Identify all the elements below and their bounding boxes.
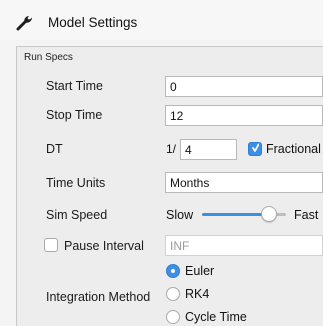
speed-slider-fill (202, 213, 269, 216)
radio-euler-label: Euler (185, 264, 215, 278)
pause-interval-checkbox[interactable] (44, 238, 58, 252)
radio-rk4-label: RK4 (185, 287, 210, 301)
radio-cycle-time-label: Cycle Time (185, 310, 247, 324)
dt-label: DT (46, 142, 63, 156)
sim-speed-label: Sim Speed (46, 208, 108, 222)
integration-method-label: Integration Method (46, 290, 151, 304)
checkmark-icon (252, 143, 259, 152)
fractional-label: Fractional (266, 142, 321, 156)
radio-cycle-time[interactable] (166, 310, 180, 324)
radio-euler[interactable] (166, 264, 180, 278)
start-time-input[interactable]: 0 (165, 76, 323, 97)
start-time-label: Start Time (46, 79, 103, 93)
stop-time-label: Stop Time (46, 108, 103, 122)
dt-prefix: 1/ (166, 142, 177, 156)
dt-input[interactable]: 4 (180, 139, 237, 160)
pause-interval-label: Pause Interval (64, 239, 144, 253)
wrench-icon (16, 16, 32, 31)
window-header: Model Settings (0, 0, 323, 40)
radio-rk4[interactable] (166, 287, 180, 301)
fractional-checkbox[interactable] (248, 142, 262, 156)
slow-label: Slow (166, 208, 194, 222)
stop-time-input[interactable]: 12 (165, 105, 323, 126)
speed-slider-knob[interactable] (261, 206, 277, 222)
section-title: Run Specs (24, 52, 73, 63)
fast-label: Fast (294, 208, 319, 222)
page-title: Model Settings (48, 15, 138, 30)
pause-interval-input[interactable]: INF (165, 235, 323, 256)
time-units-input[interactable]: Months (165, 172, 323, 193)
time-units-label: Time Units (46, 176, 106, 190)
